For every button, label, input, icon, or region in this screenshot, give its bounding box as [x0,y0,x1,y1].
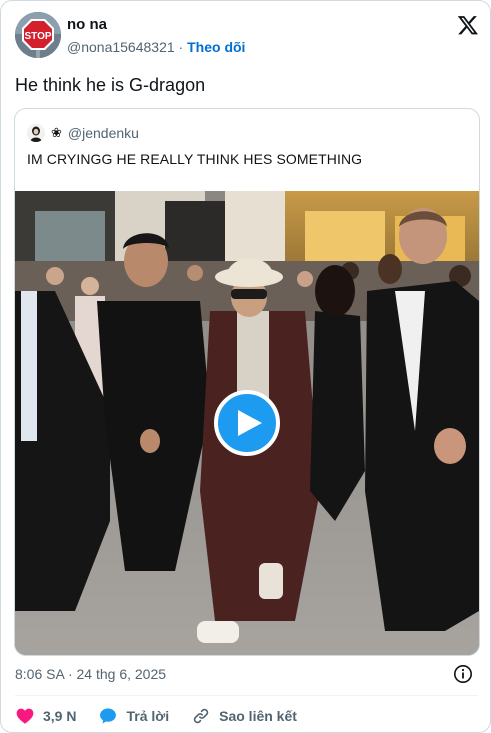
quoted-post-header: ❀ @jendenku [27,123,139,143]
x-logo-icon[interactable] [457,14,479,36]
quoted-post-text: IM CRYINGG HE REALLY THINK HES SOMETHING [27,151,363,167]
tweet-text: He think he is G-dragon [15,75,206,95]
copy-link-label: Sao liên kết [219,708,297,724]
author-avatar[interactable]: STOP [15,12,61,58]
quoted-name-flower: ❀ [51,125,62,140]
link-icon [193,708,209,724]
author-name[interactable]: no na [67,16,107,33]
reply-label: Trả lời [126,708,170,724]
play-button[interactable] [214,390,280,456]
timestamp-separator: · [67,666,73,682]
stop-sign-avatar-icon: STOP [15,12,61,58]
reply-bubble-icon [100,708,117,724]
post-time: 8:06 SA [15,666,65,682]
action-bar: 3,9 N Trả lời Sao liên kết [15,705,319,727]
heart-icon [16,708,34,724]
reply-button[interactable]: Trả lời [98,706,169,726]
quoted-author-avatar[interactable] [27,124,45,142]
author-handle[interactable]: @nona15648321 [67,39,175,55]
post-header: STOP no na @nona15648321 · Theo dõi [15,12,481,62]
like-count: 3,9 N [43,708,77,724]
like-button[interactable]: 3,9 N [15,706,76,726]
actions-divider [15,695,478,696]
quoted-author-handle[interactable]: @jendenku [68,125,139,141]
avatar-text: STOP [24,31,51,42]
person-avatar-icon [27,124,45,142]
embedded-post-card: STOP no na @nona15648321 · Theo dõi He t… [0,0,491,733]
post-timestamp[interactable]: 8:06 SA · 24 thg 6, 2025 [15,666,166,682]
follow-button[interactable]: Theo dõi [187,39,245,55]
post-date: 24 thg 6, 2025 [76,666,167,682]
quoted-post[interactable]: ❀ @jendenku IM CRYINGG HE REALLY THINK H… [14,108,480,656]
play-icon [237,410,262,436]
copy-link-button[interactable]: Sao liên kết [191,706,297,726]
handle-separator: · [178,39,184,55]
video-player[interactable] [15,191,479,655]
author-handle-row: @nona15648321 · Theo dõi [67,39,245,55]
info-icon[interactable] [453,664,473,684]
